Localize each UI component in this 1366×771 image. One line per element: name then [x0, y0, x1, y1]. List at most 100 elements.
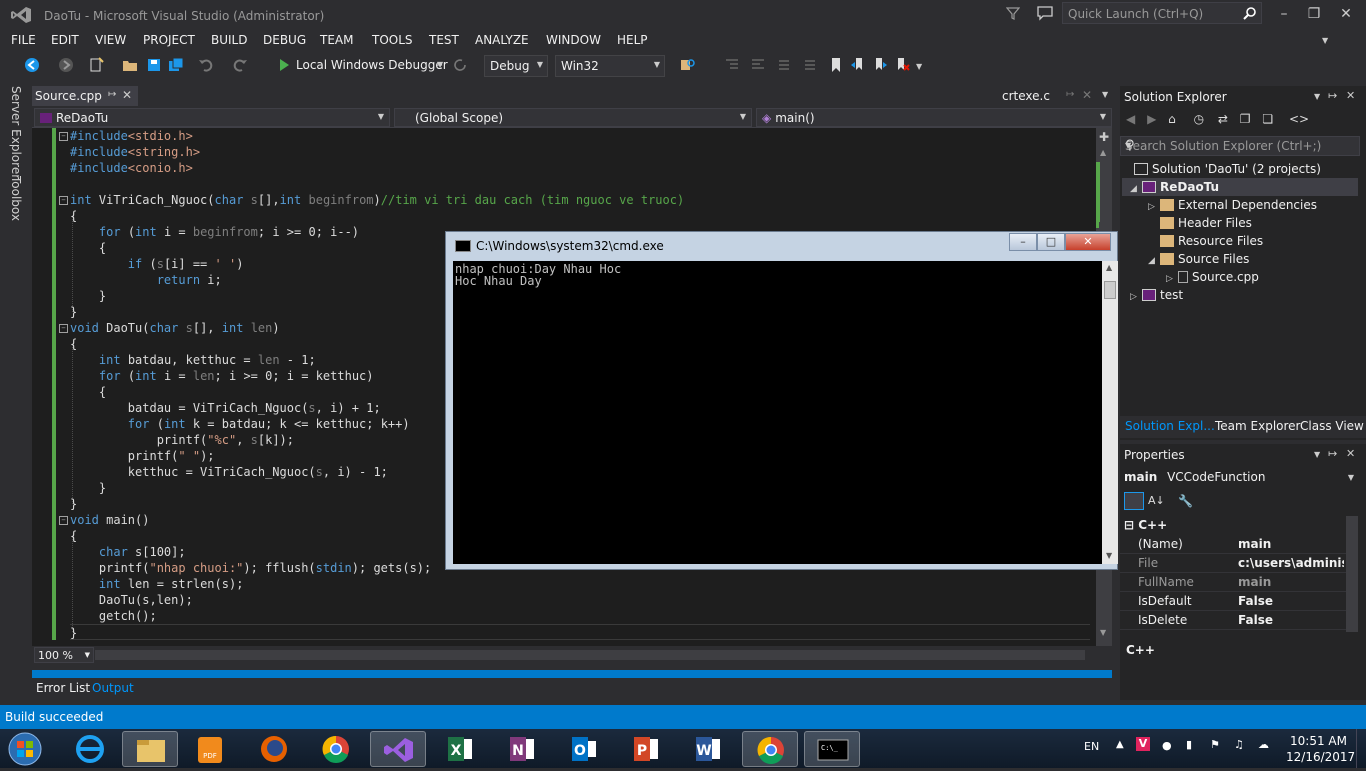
- debugger-target-label[interactable]: Local Windows Debugger: [296, 58, 448, 72]
- properties-scrollbar[interactable]: [1346, 516, 1358, 632]
- alphabetical-icon[interactable]: A↓: [1148, 494, 1165, 507]
- property-category[interactable]: ⊟ C++: [1124, 518, 1167, 532]
- property-pages-icon[interactable]: 🔧: [1178, 494, 1193, 508]
- tray-time[interactable]: 10:51 AM: [1290, 734, 1347, 748]
- search-options-icon[interactable]: ▼: [1125, 141, 1355, 150]
- project-dropdown[interactable]: ReDaoTu ▼: [34, 108, 390, 127]
- taskbar-internet-explorer-icon[interactable]: [62, 731, 118, 767]
- tray-action-center-icon[interactable]: ⚑: [1210, 738, 1220, 751]
- redo-icon[interactable]: [232, 57, 248, 73]
- console-scrollbar[interactable]: ▲ ▼: [1102, 261, 1118, 564]
- scroll-up-icon[interactable]: ▲: [1100, 148, 1106, 157]
- close-button[interactable]: ✕: [1334, 4, 1358, 24]
- save-icon[interactable]: [146, 57, 162, 73]
- navigate-back-icon[interactable]: [24, 57, 40, 73]
- bookmark-icon[interactable]: [828, 57, 844, 73]
- categorized-icon[interactable]: [1124, 492, 1144, 510]
- menu-debug[interactable]: DEBUG: [263, 33, 306, 47]
- menu-file[interactable]: FILE: [11, 33, 36, 47]
- properties-object-select[interactable]: main VCCodeFunction ▼: [1124, 470, 1360, 488]
- indent-icon[interactable]: [724, 57, 740, 73]
- close-panel-icon[interactable]: ✕: [1346, 89, 1355, 102]
- solution-search-input[interactable]: Search Solution Explorer (Ctrl+;) ⚲ ▼: [1120, 136, 1360, 156]
- taskbar-firefox-icon[interactable]: [246, 731, 302, 767]
- taskbar-onenote-icon[interactable]: N: [494, 731, 550, 767]
- filter-icon[interactable]: [1006, 6, 1020, 20]
- toolbox-tab[interactable]: Toolbox: [9, 176, 23, 221]
- maximize-button[interactable]: ❐: [1302, 4, 1326, 24]
- navigate-forward-icon[interactable]: [58, 57, 74, 73]
- scroll-up-icon[interactable]: ▲: [1106, 263, 1112, 272]
- collapse-icon[interactable]: –: [59, 196, 68, 205]
- tab-source-cpp[interactable]: Source.cpp ↦ ✕: [32, 86, 138, 106]
- platform-select[interactable]: Win32 ▼: [555, 55, 665, 77]
- menu-window[interactable]: WINDOW: [546, 33, 601, 47]
- taskbar-foxit-pdf-icon[interactable]: PDF: [182, 731, 238, 767]
- tab-solution-explorer[interactable]: Solution Expl...: [1125, 419, 1215, 433]
- collapse-icon[interactable]: –: [59, 132, 68, 141]
- forward-icon[interactable]: ▶: [1147, 112, 1156, 126]
- tab-team-explorer[interactable]: Team Explorer: [1215, 419, 1301, 433]
- taskbar-visual-studio-icon[interactable]: [370, 731, 426, 767]
- menu-analyze[interactable]: ANALYZE: [475, 33, 529, 47]
- taskbar-word-icon[interactable]: W: [680, 731, 736, 767]
- menu-help[interactable]: HELP: [617, 33, 648, 47]
- close-tab-icon[interactable]: ✕: [122, 88, 132, 102]
- menu-test[interactable]: TEST: [429, 33, 459, 47]
- console-maximize-button[interactable]: □: [1037, 233, 1065, 251]
- editor-horizontal-scrollbar[interactable]: [95, 650, 1085, 660]
- tree-source-cpp[interactable]: ▷ Source.cpp: [1166, 268, 1259, 286]
- taskbar-cmd-icon[interactable]: C:\_: [804, 731, 860, 767]
- close-panel-icon[interactable]: ✕: [1346, 447, 1355, 460]
- outdent-icon[interactable]: [750, 57, 766, 73]
- tray-volume-icon[interactable]: ♫: [1234, 738, 1244, 751]
- collapse-icon[interactable]: ⊟: [1124, 518, 1134, 532]
- collapsed-icon[interactable]: ▷: [1130, 288, 1142, 306]
- pin-icon[interactable]: ↦: [108, 89, 116, 100]
- expanded-icon[interactable]: ◢: [1130, 180, 1142, 198]
- menu-view[interactable]: VIEW: [95, 33, 126, 47]
- taskbar-chrome-window-icon[interactable]: [742, 731, 798, 767]
- tray-overflow-icon[interactable]: ▲: [1116, 739, 1124, 750]
- scroll-down-icon[interactable]: ▼: [1100, 628, 1106, 637]
- menu-edit[interactable]: EDIT: [51, 33, 79, 47]
- sync-icon[interactable]: ⇄: [1218, 112, 1228, 126]
- scroll-down-icon[interactable]: ▼: [1106, 551, 1112, 560]
- tray-signal-icon[interactable]: ▮: [1186, 738, 1192, 751]
- tree-external-dependencies[interactable]: ▷ External Dependencies: [1148, 196, 1317, 214]
- view-code-icon[interactable]: <>: [1289, 112, 1309, 126]
- taskbar-file-explorer-icon[interactable]: [122, 731, 178, 767]
- menu-team[interactable]: TEAM: [320, 33, 353, 47]
- start-button-icon[interactable]: [6, 731, 44, 767]
- taskbar-excel-icon[interactable]: X: [432, 731, 488, 767]
- window-position-icon[interactable]: ▼: [1314, 92, 1320, 101]
- tree-header-files[interactable]: Header Files: [1160, 214, 1252, 232]
- pin-icon[interactable]: ↦: [1066, 89, 1074, 100]
- comment-lines-icon[interactable]: [776, 57, 792, 73]
- tab-class-view[interactable]: Class View: [1300, 419, 1364, 433]
- pin-icon[interactable]: ↦: [1328, 89, 1337, 102]
- taskbar-outlook-icon[interactable]: O: [556, 731, 612, 767]
- minimize-button[interactable]: –: [1272, 4, 1296, 24]
- toolbar-overflow-icon[interactable]: ▼: [916, 62, 922, 71]
- console-window[interactable]: C:\Windows\system32\cmd.exe – □ ✕ nhap c…: [445, 231, 1118, 570]
- server-explorer-tab[interactable]: Server Explorer: [9, 86, 23, 179]
- tree-project-test[interactable]: ▷ test: [1130, 286, 1183, 304]
- new-project-icon[interactable]: [88, 57, 104, 73]
- menu-project[interactable]: PROJECT: [143, 33, 195, 47]
- taskbar-chrome-icon[interactable]: [308, 731, 364, 767]
- save-all-icon[interactable]: [168, 57, 184, 73]
- collapse-icon[interactable]: –: [59, 324, 68, 333]
- property-row[interactable]: FullName main: [1120, 573, 1346, 592]
- clear-bookmarks-icon[interactable]: [894, 57, 910, 73]
- tray-vpn-icon[interactable]: V: [1136, 737, 1150, 751]
- menu-build[interactable]: BUILD: [211, 33, 247, 47]
- tab-list-dropdown-icon[interactable]: ▼: [1102, 90, 1108, 99]
- home-icon[interactable]: ⌂: [1168, 112, 1176, 126]
- back-icon[interactable]: ◀: [1126, 112, 1135, 126]
- taskbar-powerpoint-icon[interactable]: P: [618, 731, 674, 767]
- window-position-icon[interactable]: ▼: [1314, 450, 1320, 459]
- next-bookmark-icon[interactable]: [872, 57, 888, 73]
- language-indicator[interactable]: EN: [1084, 740, 1099, 753]
- tree-solution[interactable]: Solution 'DaoTu' (2 projects): [1134, 160, 1321, 178]
